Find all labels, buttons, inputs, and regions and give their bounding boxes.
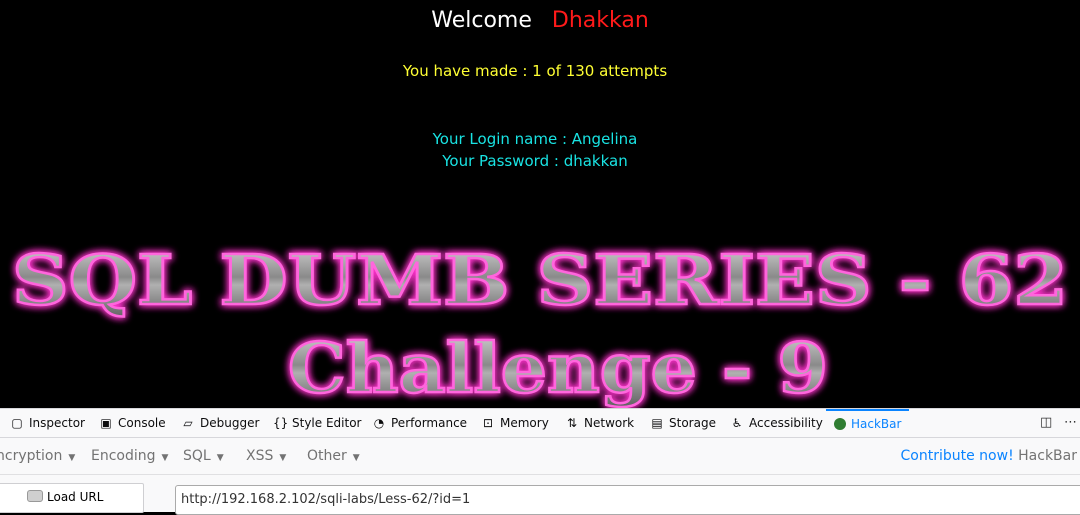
- tab-memory[interactable]: ⊡ Memory: [481, 409, 549, 437]
- chevron-down-icon: ▼: [161, 453, 169, 463]
- tab-inspector[interactable]: ▢ Inspector: [10, 409, 85, 437]
- chevron-down-icon: ▼: [68, 453, 76, 463]
- inspector-icon: ▢: [11, 416, 23, 430]
- menu-xss[interactable]: XSS ▼: [246, 438, 286, 474]
- password-line: Your Password : dhakkan: [442, 152, 628, 170]
- tab-accessibility[interactable]: ♿ Accessibility: [730, 409, 823, 437]
- memory-icon: ⊡: [482, 416, 494, 430]
- storage-icon: ▤: [651, 416, 663, 430]
- welcome-label: Welcome: [431, 8, 532, 33]
- devtools-panel: ▢ Inspector ▣ Console ▱ Debugger {} Style Ed…: [0, 408, 1080, 515]
- banner-line2: Challenge - 9: [288, 329, 828, 408]
- menu-encryption[interactable]: ncryption ▼: [0, 438, 75, 474]
- page-content: Welcome Dhakkan You have made : 1 of 130 …: [0, 0, 1080, 408]
- tab-console[interactable]: ▣ Console: [99, 409, 165, 437]
- username: Dhakkan: [551, 8, 649, 33]
- accessibility-icon: ♿: [731, 416, 743, 430]
- hackbar-brand: HackBar: [1018, 448, 1077, 464]
- load-url-button[interactable]: Load URL: [0, 483, 144, 513]
- contribute-area: Contribute now! HackBar: [901, 438, 1077, 474]
- login-name: Your Login name : Angelina: [432, 130, 638, 148]
- performance-icon: ◔: [373, 416, 385, 430]
- tab-hackbar[interactable]: HackBar: [826, 409, 910, 439]
- chevron-down-icon: ▼: [352, 453, 360, 463]
- menu-sql[interactable]: SQL ▼: [183, 438, 224, 474]
- banner: SQL DUMB SERIES - 62 Challenge - 9: [11, 240, 1070, 408]
- style-editor-icon: {}: [273, 416, 289, 430]
- hackbar-menu: ncryption ▼ Encoding ▼ SQL ▼ XSS ▼ Other ▼ Co…: [0, 438, 1080, 475]
- tab-storage[interactable]: ▤ Storage: [650, 409, 716, 437]
- banner-line1: SQL DUMB SERIES - 62: [12, 241, 1068, 321]
- tab-network[interactable]: ⇅ Network: [565, 409, 634, 437]
- contribute-link[interactable]: Contribute now!: [901, 448, 1014, 464]
- chevron-down-icon: ▼: [216, 453, 224, 463]
- console-icon: ▣: [100, 416, 112, 430]
- welcome-line: Welcome Dhakkan: [0, 8, 1080, 33]
- login-info: Your Login name : Angelina Your Password…: [0, 128, 1070, 172]
- network-icon: ⇅: [566, 416, 578, 430]
- attempts-text: You have made : 1 of 130 attempts: [402, 62, 668, 80]
- menu-other[interactable]: Other ▼: [307, 438, 360, 474]
- hackbar-icon: [834, 418, 846, 430]
- tab-style-editor[interactable]: {} Style Editor: [273, 409, 361, 437]
- devtools-tabbar: ▢ Inspector ▣ Console ▱ Debugger {} Style Ed…: [0, 409, 1080, 438]
- load-url-icon: [27, 490, 43, 502]
- tab-debugger[interactable]: ▱ Debugger: [181, 409, 259, 437]
- menu-encoding[interactable]: Encoding ▼: [91, 438, 168, 474]
- tab-performance[interactable]: ◔ Performance: [372, 409, 467, 437]
- dock-toggle-icon[interactable]: ◫: [1040, 409, 1052, 437]
- debugger-icon: ▱: [183, 416, 193, 430]
- more-options-icon[interactable]: ⋯: [1064, 409, 1077, 437]
- chevron-down-icon: ▼: [279, 453, 287, 463]
